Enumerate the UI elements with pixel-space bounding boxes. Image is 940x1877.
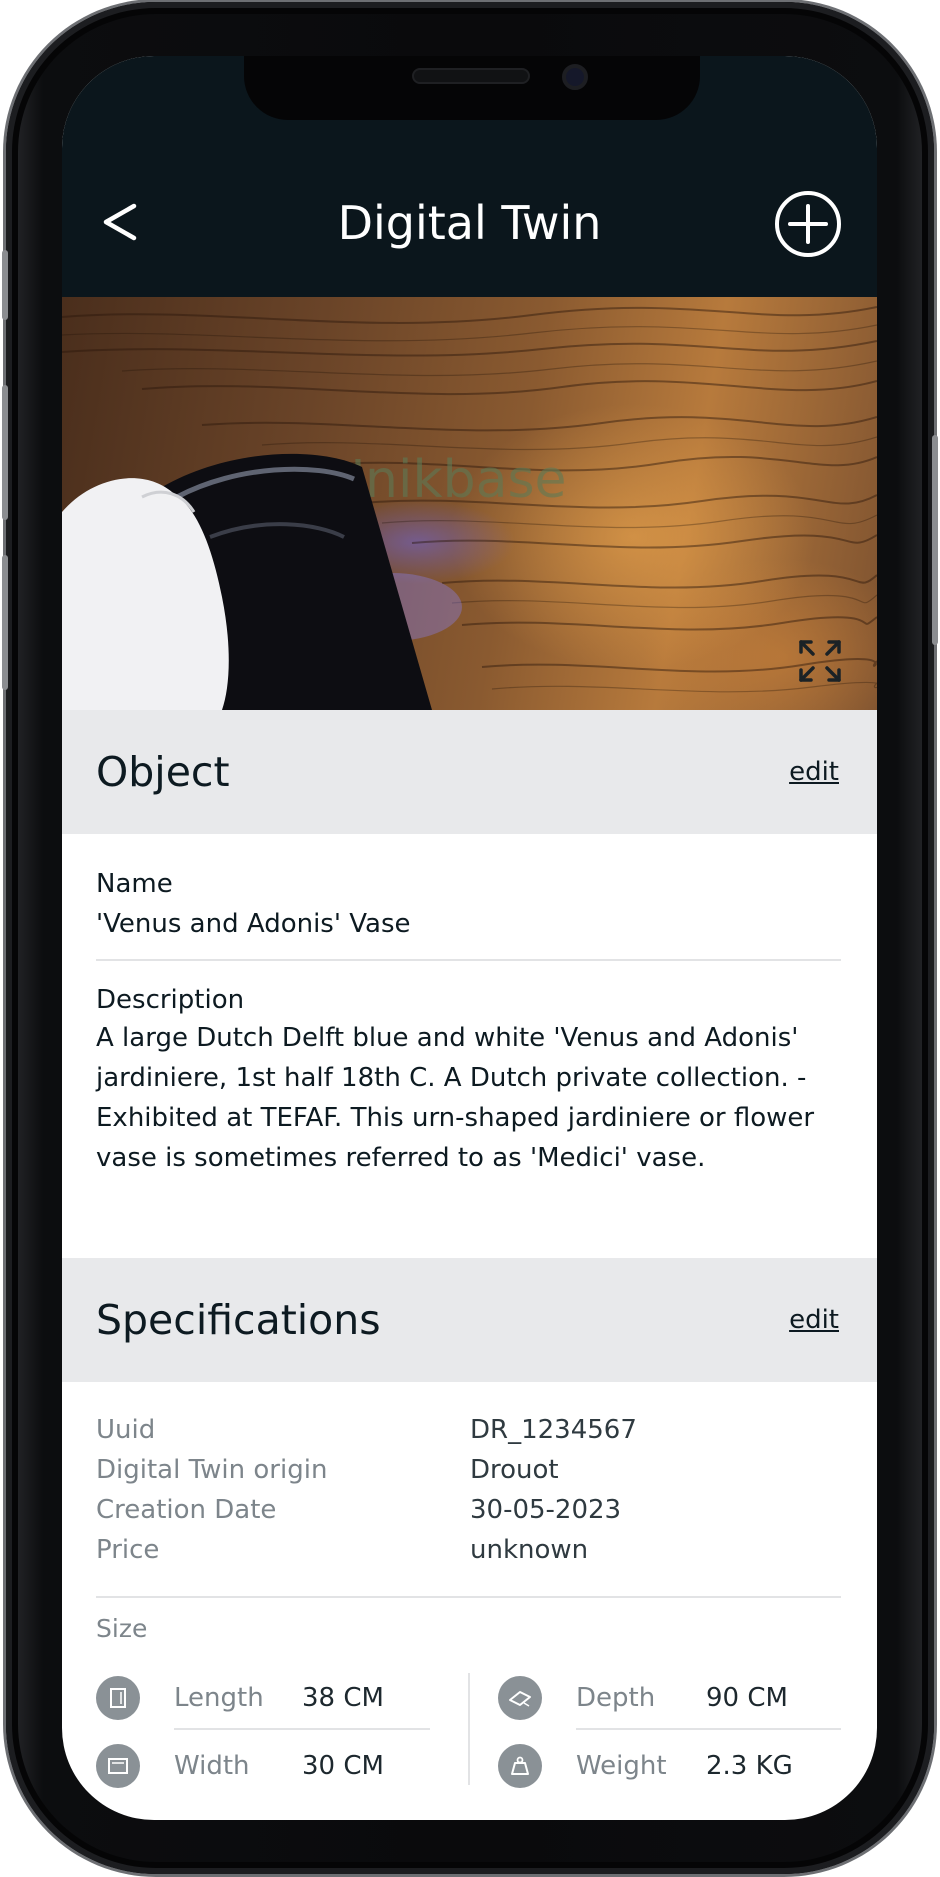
spec-value-creation-date: 30-05-2023 — [470, 1495, 622, 1525]
object-section-title: Object — [96, 748, 230, 796]
size-key-length: Length — [174, 1683, 264, 1713]
plus-circle-icon — [775, 191, 841, 257]
earpiece — [412, 68, 530, 84]
size-key-width: Width — [174, 1751, 250, 1781]
spec-key-origin: Digital Twin origin — [96, 1455, 328, 1485]
spec-key-uuid: Uuid — [96, 1415, 156, 1445]
size-label: Size — [96, 1614, 148, 1643]
description-value: A large Dutch Delft blue and white 'Venu… — [96, 1018, 846, 1178]
description-label: Description — [96, 985, 245, 1015]
spec-value-uuid: DR_1234567 — [470, 1415, 637, 1445]
specifications-section-header: Specifications edit — [62, 1258, 877, 1382]
size-divider — [576, 1728, 841, 1730]
volume-up-button — [2, 385, 8, 520]
size-key-depth: Depth — [576, 1683, 656, 1713]
volume-down-button — [2, 555, 8, 690]
object-section-header: Object edit — [62, 710, 877, 834]
specifications-section-title: Specifications — [96, 1296, 381, 1344]
name-value: 'Venus and Adonis' Vase — [96, 909, 411, 939]
spec-divider — [96, 1596, 841, 1598]
spec-value-origin: Drouot — [470, 1455, 559, 1485]
app-screen: Digital Twin Unikbase Object edit Name '… — [62, 56, 877, 1820]
power-button — [932, 435, 938, 645]
specifications-edit-link[interactable]: edit — [789, 1302, 839, 1338]
object-edit-link[interactable]: edit — [789, 754, 839, 790]
size-value-width: 30 CM — [302, 1751, 384, 1781]
add-button[interactable] — [774, 190, 842, 258]
chevron-left-icon — [103, 203, 137, 241]
size-value-weight: 2.3 KG — [706, 1751, 793, 1781]
wood-texture: Unikbase — [62, 306, 877, 710]
app-header: Digital Twin — [62, 56, 877, 297]
depth-icon — [498, 1676, 542, 1720]
size-value-depth: 90 CM — [706, 1683, 788, 1713]
description-line: jardiniere, 1st half 18th C. A Dutch pri… — [96, 1063, 807, 1093]
description-line: Exhibited at TEFAF. This urn-shaped jard… — [96, 1103, 815, 1133]
weight-icon — [498, 1744, 542, 1788]
phone-notch — [244, 56, 700, 120]
front-camera — [562, 64, 588, 90]
page-title: Digital Twin — [337, 196, 602, 250]
size-key-weight: Weight — [576, 1751, 667, 1781]
length-icon — [96, 1676, 140, 1720]
silent-switch — [2, 250, 8, 320]
size-value-length: 38 CM — [302, 1683, 384, 1713]
spec-value-price: unknown — [470, 1535, 589, 1565]
back-button[interactable] — [90, 192, 150, 252]
size-divider — [174, 1728, 430, 1730]
description-line: vase is sometimes referred to as 'Medici… — [96, 1143, 706, 1173]
size-column-separator — [468, 1673, 470, 1785]
description-line: A large Dutch Delft blue and white 'Venu… — [96, 1023, 799, 1053]
spec-key-creation-date: Creation Date — [96, 1495, 277, 1525]
object-photo[interactable]: Unikbase — [62, 297, 877, 710]
fullscreen-button[interactable] — [798, 639, 842, 683]
width-icon — [96, 1744, 140, 1788]
spec-key-price: Price — [96, 1535, 160, 1565]
name-label: Name — [96, 869, 173, 899]
field-divider — [96, 959, 841, 961]
expand-icon — [799, 640, 841, 682]
